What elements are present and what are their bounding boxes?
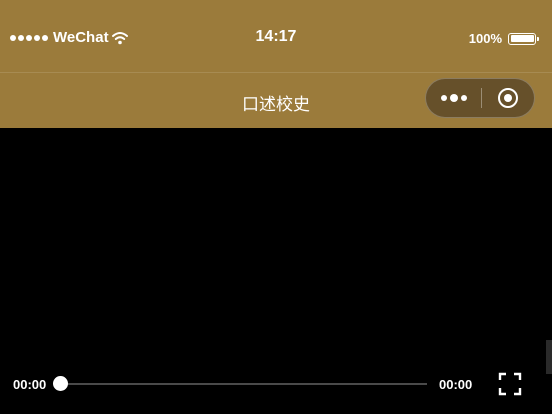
battery-icon	[508, 32, 539, 45]
mini-program-capsule	[425, 78, 535, 118]
battery-info: 100%	[468, 31, 539, 46]
progress-thumb[interactable]	[53, 376, 68, 391]
battery-percent: 100%	[468, 31, 502, 46]
more-dots-icon	[440, 95, 447, 101]
duration-time: 00:00	[439, 377, 473, 392]
progress-track[interactable]	[56, 383, 427, 385]
more-button[interactable]	[426, 79, 481, 117]
status-bar: WeChat 14:17 100%	[0, 0, 552, 72]
current-time: 00:00	[13, 377, 47, 392]
battery-level	[510, 35, 534, 42]
fullscreen-icon[interactable]	[498, 372, 522, 396]
close-button[interactable]	[482, 79, 534, 117]
scrollbar[interactable]	[546, 340, 552, 374]
close-target-icon	[498, 88, 518, 108]
video-controls: 00:00 00:00	[0, 370, 552, 400]
navigation-bar: 口述校史	[0, 72, 552, 128]
